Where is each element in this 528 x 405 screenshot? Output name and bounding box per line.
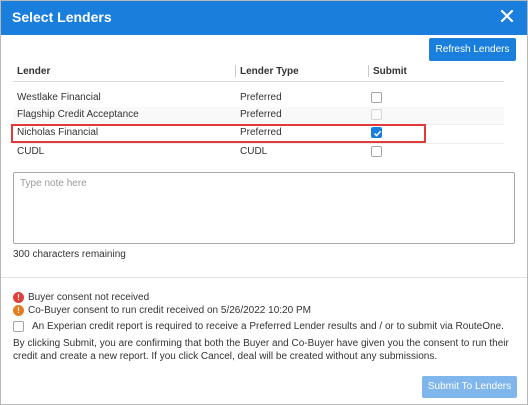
- column-header-lender-type: Lender Type: [240, 66, 299, 77]
- experian-consent-checkbox[interactable]: [13, 321, 24, 332]
- lender-name: Nicholas Financial: [17, 127, 99, 138]
- submit-checkbox-checked[interactable]: [371, 127, 382, 138]
- lender-name: Westlake Financial: [17, 92, 101, 103]
- submit-disclaimer: By clicking Submit, you are confirming t…: [13, 338, 509, 362]
- submit-checkbox[interactable]: [371, 146, 382, 157]
- table-row: Flagship Credit Acceptance Preferred: [13, 107, 504, 124]
- experian-consent-label: An Experian credit report is required to…: [32, 321, 504, 332]
- lender-type: Preferred: [240, 109, 282, 120]
- table-row: CUDL CUDL: [13, 144, 504, 161]
- submit-checkbox[interactable]: [371, 92, 382, 103]
- table-header-border: [13, 81, 504, 82]
- lender-type: Preferred: [240, 92, 282, 103]
- warning-icon: !: [13, 305, 24, 316]
- error-icon: !: [13, 292, 24, 303]
- select-lenders-dialog: Select Lenders Refresh Lenders Lender Le…: [0, 0, 528, 405]
- characters-remaining: 300 characters remaining: [13, 249, 126, 260]
- section-divider: [1, 277, 527, 278]
- warning-text: Co-Buyer consent to run credit received …: [28, 305, 311, 316]
- warning-text: Buyer consent not received: [28, 292, 150, 303]
- submit-to-lenders-button[interactable]: Submit To Lenders: [422, 376, 517, 398]
- column-header-submit: Submit: [373, 66, 407, 77]
- dialog-title: Select Lenders: [12, 9, 112, 25]
- close-icon[interactable]: [500, 9, 514, 23]
- refresh-lenders-button[interactable]: Refresh Lenders: [429, 38, 516, 61]
- lender-type: CUDL: [240, 146, 268, 157]
- dialog-header: Select Lenders: [1, 1, 527, 35]
- lender-name: Flagship Credit Acceptance: [17, 109, 139, 120]
- lender-name: CUDL: [17, 146, 45, 157]
- note-textarea[interactable]: [13, 172, 515, 244]
- table-row: Westlake Financial Preferred: [13, 90, 504, 107]
- check-icon: [373, 130, 382, 137]
- column-divider: [235, 65, 236, 77]
- table-row: Nicholas Financial Preferred: [13, 125, 504, 142]
- submit-checkbox-disabled: [371, 109, 382, 120]
- lender-type: Preferred: [240, 127, 282, 138]
- column-divider: [368, 65, 369, 77]
- column-header-lender: Lender: [17, 66, 51, 77]
